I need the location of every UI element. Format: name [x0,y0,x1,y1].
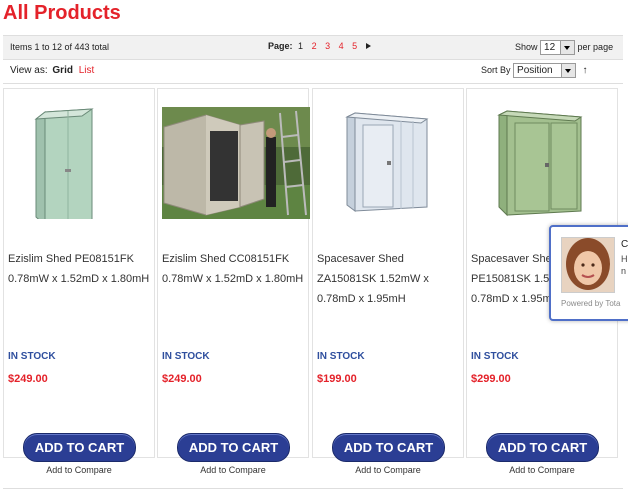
view-sort-toolbar: View as: Grid List Sort By Position ↑ [3,59,623,84]
live-chat-widget[interactable]: C H n Powered by Tota [549,225,628,321]
add-to-compare-link[interactable]: Add to Compare [313,465,463,475]
per-page-label: per page [577,41,614,52]
sort-select[interactable]: Position [513,63,577,78]
pager-label: Page: [268,41,293,51]
product-price: $249.00 [8,373,48,385]
stock-status: IN STOCK [8,351,56,362]
add-to-cart-button[interactable]: ADD TO CART [177,433,290,462]
page-link-3[interactable]: 3 [325,41,330,51]
product-name[interactable]: Ezislim Shed PE08151FK 0.78mW x 1.52mD x… [8,249,153,289]
page-link-5[interactable]: 5 [352,41,357,51]
show-label: Show [515,41,538,52]
pager: Page: 1 2 3 4 5 [268,41,371,51]
product-image[interactable] [8,107,150,236]
pager-toolbar: Items 1 to 12 of 443 total Page: 1 2 3 4… [3,35,623,60]
add-to-compare-link[interactable]: Add to Compare [158,465,308,475]
page-link-1: 1 [298,41,304,51]
sort-by-label: Sort By [481,64,511,75]
product-price: $249.00 [162,373,202,385]
view-as-label: View as: [10,65,48,76]
chat-title: C [621,239,628,250]
add-to-cart-button[interactable]: ADD TO CART [486,433,599,462]
add-to-cart-button[interactable]: ADD TO CART [23,433,136,462]
stock-status: IN STOCK [317,351,365,362]
chevron-down-icon[interactable] [561,64,576,77]
chat-message-line: H [621,254,628,264]
product-name[interactable]: Ezislim Shed CC08151FK 0.78mW x 1.52mD x… [162,249,307,289]
page-link-2[interactable]: 2 [312,41,317,51]
product-image[interactable] [317,107,459,219]
page-title: All Products [3,2,121,24]
product-price: $299.00 [471,373,511,385]
grid-divider [3,488,623,489]
view-as: View as: Grid List [10,65,94,76]
add-to-compare-link[interactable]: Add to Compare [4,465,154,475]
stock-status: IN STOCK [471,351,519,362]
sort-by: Sort By Position ↑ [481,63,588,78]
per-page-value: 12 [544,42,556,53]
sort-ascending-arrow-icon[interactable]: ↑ [583,65,588,76]
stock-status: IN STOCK [162,351,210,362]
product-name[interactable]: Spacesaver Shed ZA15081SK 1.52mW x 0.78m… [317,249,462,309]
product-card: Spacesaver Shed ZA15081SK 1.52mW x 0.78m… [312,88,464,475]
product-card: Ezislim Shed PE08151FK 0.78mW x 1.52mD x… [3,88,155,475]
chat-agent-avatar [561,237,615,293]
chevron-down-icon[interactable] [560,41,575,54]
product-image[interactable] [162,107,310,219]
view-grid-current: Grid [52,65,73,76]
view-list-link[interactable]: List [79,65,95,76]
product-image[interactable] [471,107,613,219]
add-to-cart-button[interactable]: ADD TO CART [332,433,445,462]
chat-powered-by: Powered by Tota [561,299,621,308]
items-count: Items 1 to 12 of 443 total [10,42,110,52]
product-price: $199.00 [317,373,357,385]
sort-value: Position [517,65,553,76]
page-link-4[interactable]: 4 [339,41,344,51]
chat-message-line: n [621,266,627,276]
add-to-compare-link[interactable]: Add to Compare [467,465,617,475]
next-page-icon[interactable] [365,43,371,49]
per-page-select[interactable]: 12 [540,40,576,55]
product-card: Ezislim Shed CC08151FK 0.78mW x 1.52mD x… [157,88,310,475]
show-per-page: Show 12 per page [515,40,613,55]
